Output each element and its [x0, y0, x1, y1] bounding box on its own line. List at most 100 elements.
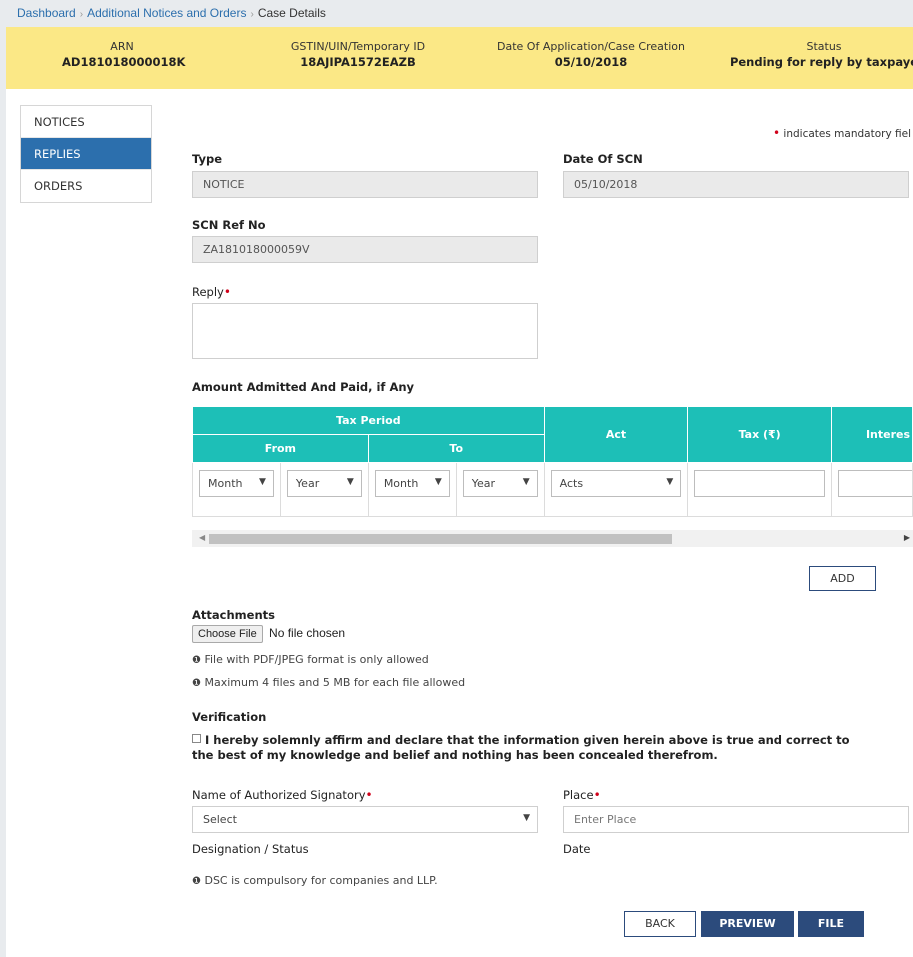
main-panel: NOTICES REPLIES ORDERS • indicates manda… [6, 89, 913, 957]
breadcrumb-separator: › [250, 9, 254, 20]
interest-input[interactable] [837, 470, 912, 497]
from-month-select[interactable]: Month ▼ [199, 470, 274, 497]
date-scn-field: 05/10/2018 [563, 171, 909, 198]
status-label: Status [806, 40, 842, 53]
mandatory-note-text: indicates mandatory fiel [783, 128, 911, 140]
scn-ref-label: SCN Ref No [192, 218, 266, 232]
required-marker: • [223, 285, 231, 299]
place-label: Place [563, 788, 594, 802]
from-header: From [192, 434, 369, 463]
breadcrumb-separator: › [79, 9, 84, 20]
application-date-label: Date Of Application/Case Creation [497, 40, 685, 53]
act-cell: Acts ▼ [543, 462, 689, 517]
arn-label: ARN [110, 40, 134, 53]
application-date-info: Date Of Application/Case Creation 05/10/… [489, 40, 693, 69]
type-label: Type [192, 152, 223, 166]
reply-textarea[interactable] [192, 303, 538, 359]
info-icon: ❶ [192, 678, 201, 689]
place-input[interactable]: Enter Place [563, 806, 909, 833]
arn-info: ARN AD181018000018K [62, 40, 186, 69]
type-field: NOTICE [192, 171, 538, 198]
verification-heading: Verification [192, 710, 267, 724]
from-year-cell: Year ▼ [279, 462, 369, 517]
breadcrumb-dashboard-link[interactable]: Dashboard [17, 6, 76, 20]
preview-button[interactable]: PREVIEW [701, 911, 794, 937]
tax-header: Tax (₹) [687, 406, 832, 463]
required-marker: • [365, 788, 373, 802]
no-file-text: No file chosen [269, 626, 346, 640]
tax-period-header: Tax Period [192, 406, 545, 435]
file-picker: Choose File No file chosen [192, 625, 346, 643]
choose-file-button[interactable]: Choose File [192, 625, 263, 643]
scrollbar-thumb[interactable] [209, 534, 672, 544]
status-info: Status Pending for reply by taxpaye [724, 40, 913, 69]
case-info-bar: ARN AD181018000018K GSTIN/UIN/Temporary … [6, 27, 913, 89]
table-horizontal-scrollbar[interactable]: ◀ ▶ [192, 530, 913, 547]
declaration: I hereby solemnly affirm and declare tha… [192, 733, 872, 763]
to-year-value: Year [471, 477, 496, 490]
file-format-note-text: File with PDF/JPEG format is only allowe… [204, 653, 429, 666]
chevron-down-icon: ▼ [346, 477, 354, 487]
tax-input[interactable] [694, 470, 825, 497]
to-header: To [367, 434, 545, 463]
chevron-down-icon: ▼ [522, 477, 530, 487]
signatory-select[interactable]: Select ▼ [192, 806, 538, 833]
attachments-heading: Attachments [192, 608, 275, 622]
scn-ref-field: ZA181018000059V [192, 236, 538, 263]
arn-value: AD181018000018K [62, 55, 186, 69]
interest-header: Interes [830, 406, 913, 463]
from-year-value: Year [295, 477, 320, 490]
side-nav-replies[interactable]: REPLIES [21, 138, 151, 170]
designation-label: Designation / Status [192, 842, 309, 856]
scroll-left-arrow-icon[interactable]: ◀ [199, 533, 205, 542]
chevron-down-icon: ▼ [434, 477, 442, 487]
to-month-cell: Month ▼ [367, 462, 457, 517]
file-size-note: ❶ Maximum 4 files and 5 MB for each file… [192, 676, 465, 689]
breadcrumb-current: Case Details [257, 6, 326, 20]
act-header: Act [543, 406, 689, 463]
declaration-text: I hereby solemnly affirm and declare tha… [192, 733, 850, 762]
file-format-note: ❶ File with PDF/JPEG format is only allo… [192, 653, 429, 666]
act-select[interactable]: Acts ▼ [550, 470, 682, 497]
add-button[interactable]: ADD [809, 566, 876, 591]
dsc-note: ❶ DSC is compulsory for companies and LL… [192, 874, 438, 887]
mandatory-note: • indicates mandatory fiel [773, 126, 911, 140]
chevron-down-icon: ▼ [666, 477, 674, 487]
place-label-group: Place• [563, 788, 601, 802]
from-month-value: Month [208, 477, 243, 490]
side-nav: NOTICES REPLIES ORDERS [20, 105, 152, 203]
gstin-label: GSTIN/UIN/Temporary ID [290, 40, 426, 53]
required-marker: • [593, 788, 601, 802]
scroll-right-arrow-icon[interactable]: ▶ [904, 533, 910, 542]
signatory-label-group: Name of Authorized Signatory• [192, 788, 373, 802]
breadcrumb: Dashboard › Additional Notices and Orders ›… [0, 0, 913, 26]
from-month-cell: Month ▼ [192, 462, 281, 517]
date-scn-label: Date Of SCN [563, 152, 643, 166]
status-value: Pending for reply by taxpaye [729, 55, 913, 69]
to-year-select[interactable]: Year ▼ [462, 470, 538, 497]
application-date-value: 05/10/2018 [554, 55, 628, 69]
file-size-note-text: Maximum 4 files and 5 MB for each file a… [204, 676, 466, 689]
act-value: Acts [559, 477, 584, 490]
amount-table: Tax Period Act Tax (₹) Interes From To M… [192, 406, 913, 517]
gstin-value: 18AJIPA1572EAZB [300, 55, 416, 69]
declaration-checkbox[interactable] [192, 734, 201, 743]
side-nav-notices[interactable]: NOTICES [21, 106, 151, 138]
breadcrumb-notices-link[interactable]: Additional Notices and Orders [87, 6, 246, 20]
chevron-down-icon: ▼ [523, 813, 530, 823]
to-month-select[interactable]: Month ▼ [374, 470, 450, 497]
required-marker: • [773, 126, 781, 140]
back-button[interactable]: BACK [624, 911, 696, 937]
interest-cell [830, 462, 913, 517]
date-label: Date [563, 842, 591, 856]
from-year-select[interactable]: Year ▼ [286, 470, 362, 497]
to-month-value: Month [383, 477, 419, 490]
signatory-value: Select [203, 813, 237, 826]
reply-label-group: Reply• [192, 285, 231, 299]
amount-heading: Amount Admitted And Paid, if Any [192, 380, 415, 394]
file-button[interactable]: FILE [798, 911, 864, 937]
reply-label: Reply [192, 285, 224, 299]
gstin-info: GSTIN/UIN/Temporary ID 18AJIPA1572EAZB [270, 40, 446, 69]
info-icon: ❶ [192, 876, 201, 887]
side-nav-orders[interactable]: ORDERS [21, 170, 151, 202]
